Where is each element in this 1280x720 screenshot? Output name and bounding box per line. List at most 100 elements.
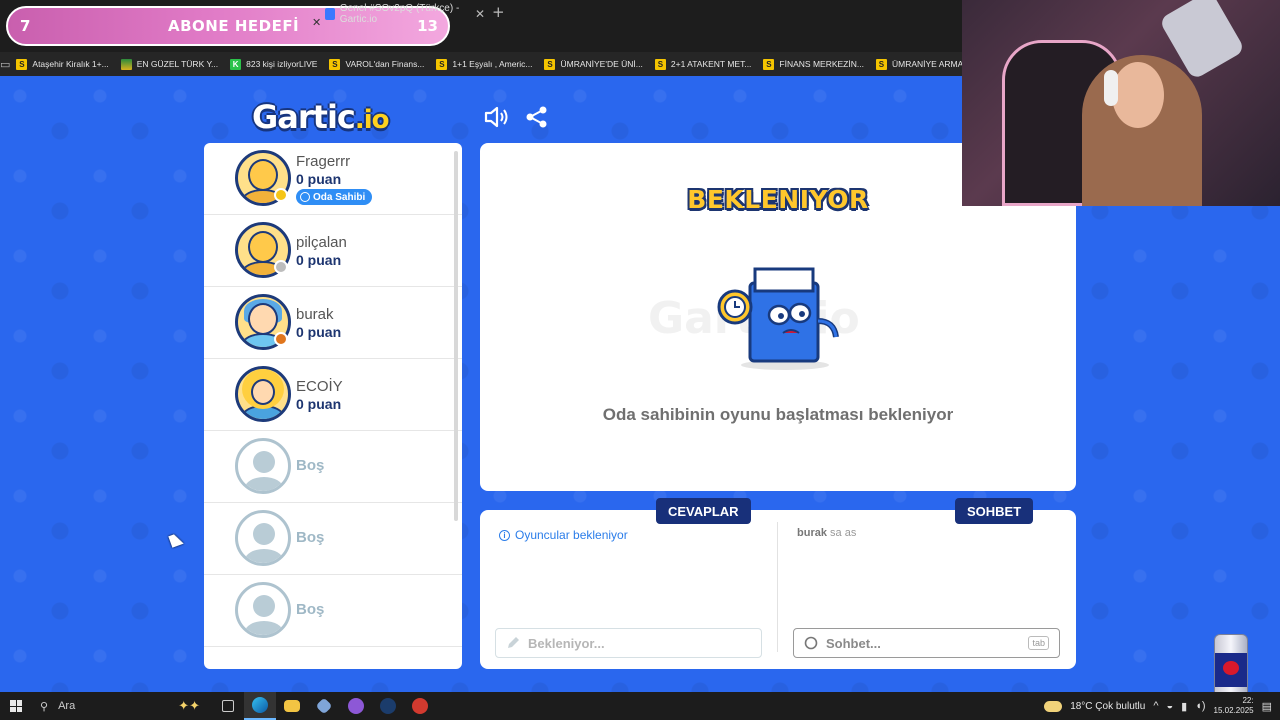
room-owner-label: Oda Sahibi [313, 191, 366, 203]
info-icon: i [499, 529, 510, 541]
bookmark-label: EN GÜZEL TÜRK Y... [136, 59, 219, 69]
clock-date: 15.02.2025 [1213, 706, 1254, 715]
system-tray: 18°C Çok bulutlu ^ ◒ ▮ ◖) 22: 15.02.2025… [1044, 696, 1280, 716]
gartic-favicon-icon [325, 8, 335, 20]
bookmarks-menu-icon[interactable]: ▭ [0, 58, 10, 71]
bookmark-favicon-icon: K [230, 58, 242, 70]
empty-avatar-icon [235, 582, 291, 638]
bookmark-item[interactable]: S Ataşehir Kiralık 1+... [10, 52, 114, 76]
bookmark-item[interactable]: S 2+1 ATAKENT MET... [649, 52, 758, 76]
empty-slot-label: Boş [296, 529, 325, 546]
weather-cloud-icon [1044, 700, 1063, 712]
logo-text: Gartic [252, 98, 356, 136]
player-status-dot [274, 260, 288, 274]
browser-tab-active[interactable]: Genel #SOv2pQ (Türkçe) - Gartic.io ✕ [325, 3, 485, 25]
answer-input-placeholder: Bekleniyor... [528, 635, 605, 651]
bookmark-item[interactable]: S ÜMRANİYE ARMA... [870, 52, 976, 76]
steam-button[interactable] [372, 692, 404, 720]
player-name: Fragerrr [296, 153, 351, 170]
bookmark-item[interactable]: S VAROL'dan Finans... [323, 52, 430, 76]
empty-avatar-icon [235, 438, 291, 494]
player-score: 0 puan [296, 324, 342, 340]
gartic-logo[interactable]: Gartic.io [252, 98, 390, 136]
streamer-webcam [962, 0, 1280, 206]
bookmark-favicon-icon: S [329, 58, 341, 70]
player-status-dot [274, 332, 288, 346]
logo-suffix: .io [354, 105, 390, 135]
bookmark-item[interactable]: EN GÜZEL TÜRK Y... [115, 52, 224, 76]
chat-input[interactable]: Sohbet... tab [793, 628, 1060, 658]
mouse-cursor-icon [168, 532, 184, 548]
empty-avatar-icon [235, 510, 291, 566]
mascot-waiting-icon [717, 267, 839, 370]
edge-browser-button[interactable] [244, 692, 276, 720]
player-row[interactable]: pilçalan 0 puan [204, 215, 462, 287]
panel-divider [777, 522, 778, 652]
volume-icon[interactable]: ◖) [1195, 700, 1205, 712]
bookmarks-bar: ▭ S Ataşehir Kiralık 1+... EN GÜZEL TÜRK … [0, 52, 970, 76]
bookmark-label: 1+1 Eşyalı , Americ... [452, 59, 533, 69]
bookmark-item[interactable]: S 1+1 Eşyalı , Americ... [430, 52, 538, 76]
chat-tab[interactable]: SOHBET [955, 498, 1034, 524]
answers-status: i Oyuncular bekleniyor [499, 528, 628, 542]
player-row[interactable]: burak 0 puan [204, 287, 462, 359]
copilot-sparkle-icon: ✦✦ [178, 698, 200, 713]
bookmark-label: VAROL'dan Finans... [345, 59, 425, 69]
network-icon[interactable]: ◒ [1167, 700, 1174, 712]
bookmark-favicon-icon: S [436, 58, 448, 70]
bookmark-item[interactable]: S ÜMRANİYE'DE ÜNİ... [538, 52, 648, 76]
clock[interactable]: 22: 15.02.2025 [1214, 696, 1254, 716]
player-row[interactable]: Fragerrr 0 puan Oda Sahibi [204, 143, 462, 215]
new-tab-icon[interactable]: + [492, 3, 505, 21]
empty-player-slot: Boş [204, 503, 462, 575]
bookmark-favicon-icon: S [875, 58, 887, 70]
player-name: pilçalan [296, 234, 347, 251]
notification-icon[interactable]: ▤ [1262, 700, 1272, 713]
bookmark-label: Ataşehir Kiralık 1+... [32, 59, 109, 69]
player-name: burak [296, 306, 334, 323]
bookmark-label: ÜMRANİYE ARMA... [891, 59, 971, 69]
smile-icon [300, 192, 310, 202]
bookmark-item[interactable]: S FİNANS MERKEZİN... [757, 52, 870, 76]
taskbar-search[interactable]: ⚲ Ara ✦✦ [32, 692, 212, 720]
task-view-button[interactable] [212, 692, 244, 720]
sound-icon[interactable] [483, 104, 509, 130]
share-icon[interactable] [524, 104, 550, 130]
taskbar-search-label: Ara [58, 700, 76, 712]
tab-close-icon[interactable]: ✕ [312, 16, 321, 29]
chat-message-user: burak [797, 527, 827, 539]
app-button[interactable] [340, 692, 372, 720]
player-score: 0 puan [296, 171, 342, 187]
microphone-icon[interactable]: ▮ [1181, 700, 1187, 713]
player-score: 0 puan [296, 252, 342, 268]
empty-player-slot: Boş [204, 575, 462, 647]
windows-taskbar: ⚲ Ara ✦✦ 18°C Çok bulutlu ^ ◒ ▮ ◖) 22: 1… [0, 692, 1280, 720]
chat-bubble-icon [804, 636, 818, 650]
answer-input[interactable]: Bekleniyor... [495, 628, 762, 658]
start-button[interactable] [0, 692, 32, 720]
bookmark-favicon-icon: S [763, 58, 775, 70]
players-scrollbar[interactable] [454, 151, 458, 521]
empty-slot-label: Boş [296, 601, 325, 618]
empty-player-slot: Boş [204, 431, 462, 503]
bookmark-item[interactable]: K 823 kişi izliyorLIVE [224, 52, 323, 76]
windows-logo-icon [10, 700, 22, 712]
waiting-message: Oda sahibinin oyunu başlatması bekleniyo… [602, 405, 954, 424]
clock-time: 22: [1242, 696, 1254, 705]
answers-tab[interactable]: CEVAPLAR [656, 498, 751, 524]
app-button[interactable] [308, 692, 340, 720]
close-icon[interactable]: ✕ [475, 7, 485, 21]
chat-message: burak sa as [797, 527, 856, 539]
chat-input-placeholder: Sohbet... [826, 635, 881, 651]
answers-chat-panel: CEVAPLAR SOHBET i Oyuncular bekleniyor b… [480, 498, 1076, 669]
file-explorer-button[interactable] [276, 692, 308, 720]
chevron-up-icon[interactable]: ^ [1153, 700, 1158, 712]
player-row[interactable]: ECOİY 0 puan [204, 359, 462, 431]
room-owner-badge: Oda Sahibi [296, 189, 373, 205]
weather-text[interactable]: 18°C Çok bulutlu [1070, 701, 1145, 712]
headset [1104, 70, 1118, 106]
browser-tab-title: Genel #SOv2pQ (Türkçe) - Gartic.io [339, 3, 460, 25]
app-button[interactable] [404, 692, 436, 720]
bookmark-favicon-icon: S [654, 58, 666, 70]
search-icon: ⚲ [40, 700, 49, 713]
